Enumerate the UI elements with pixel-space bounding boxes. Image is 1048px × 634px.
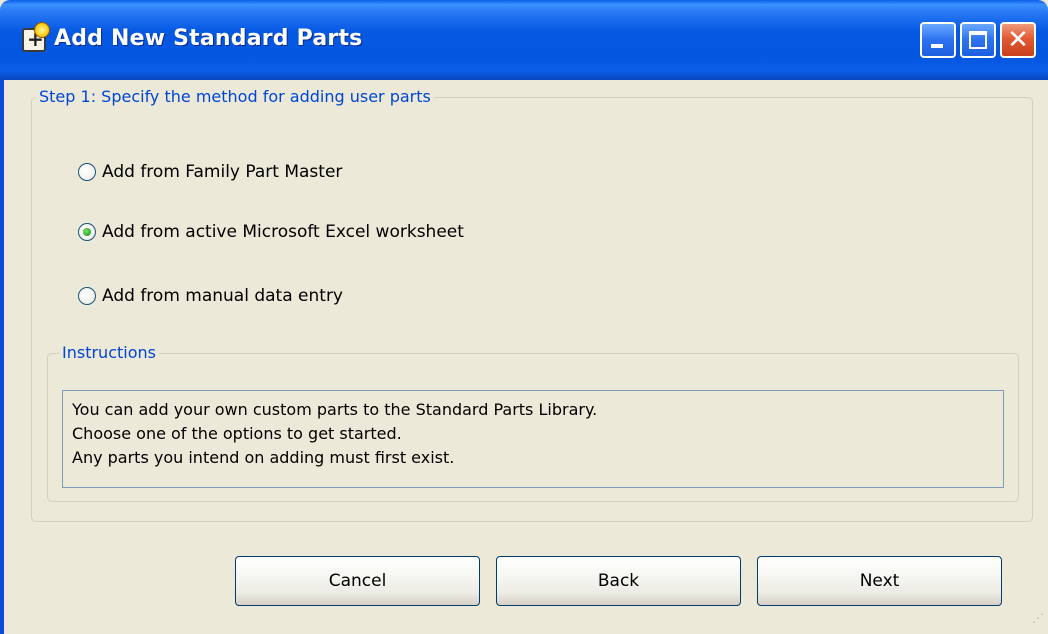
radio-family-part-master[interactable]: Add from Family Part Master — [78, 160, 342, 184]
instruction-line: Choose one of the options to get started… — [72, 424, 402, 443]
next-button[interactable]: Next — [757, 556, 1002, 606]
method-group-legend: Step 1: Specify the method for adding us… — [36, 87, 434, 106]
instruction-line: You can add your own custom parts to the… — [72, 400, 598, 419]
radio-label[interactable]: Add from active Microsoft Excel workshee… — [102, 222, 464, 242]
dialog-window: + Add New Standard Parts ✕ Step 1: Speci… — [0, 0, 1048, 634]
instructions-text: You can add your own custom parts to the… — [62, 390, 1004, 488]
close-button[interactable]: ✕ — [1000, 22, 1036, 58]
minimize-icon — [931, 44, 943, 48]
instruction-line: Any parts you intend on adding must firs… — [72, 448, 455, 467]
radio-label[interactable]: Add from manual data entry — [102, 286, 343, 306]
back-button[interactable]: Back — [496, 556, 741, 606]
close-icon: ✕ — [1007, 25, 1029, 55]
add-part-icon: + — [22, 22, 50, 52]
radio-manual-data-entry[interactable]: Add from manual data entry — [78, 284, 343, 308]
title-bar[interactable]: + Add New Standard Parts ✕ — [0, 0, 1048, 80]
minimize-button[interactable] — [920, 22, 956, 58]
instructions-legend: Instructions — [59, 343, 159, 362]
radio-button-icon[interactable] — [78, 163, 96, 181]
radio-label[interactable]: Add from Family Part Master — [102, 162, 342, 182]
cancel-button[interactable]: Cancel — [235, 556, 480, 606]
window-border — [0, 80, 4, 634]
radio-button-icon[interactable] — [78, 287, 96, 305]
resize-grip-icon[interactable]: ⋰ — [1028, 612, 1044, 630]
maximize-icon — [969, 31, 987, 49]
radio-excel-worksheet[interactable]: Add from active Microsoft Excel workshee… — [78, 220, 464, 244]
window-title: Add New Standard Parts — [54, 26, 363, 51]
radio-button-checked-icon[interactable] — [78, 223, 96, 241]
maximize-button[interactable] — [960, 22, 996, 58]
